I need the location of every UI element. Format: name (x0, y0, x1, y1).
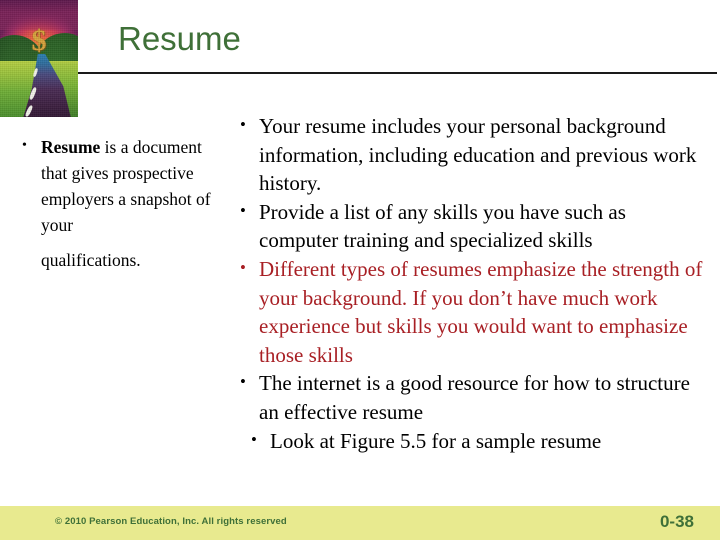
left-bullet-list: Resume is a document that gives prospect… (14, 133, 226, 273)
slide-footer-band: © 2010 Pearson Education, Inc. All right… (0, 506, 720, 540)
right-bullet-item-3: Different types of resumes emphasize the… (232, 254, 708, 369)
right-bullet-item-5: Look at Figure 5.5 for a sample resume (232, 426, 708, 456)
left-bullet-item: Resume is a document that gives prospect… (14, 133, 226, 273)
right-bullet-item-2: Provide a list of any skills you have su… (232, 197, 708, 255)
page-number: 0-38 (659, 512, 694, 531)
left-bullet-tail: qualifications. (41, 250, 141, 270)
right-content-column: Your resume includes your personal backg… (232, 111, 708, 456)
title-divider (78, 72, 717, 74)
copyright-notice: © 2010 Pearson Education, Inc. All right… (55, 516, 287, 527)
right-bullet-list: Your resume includes your personal backg… (232, 111, 708, 456)
image-texture-overlay (0, 0, 78, 117)
right-bullet-item-4: The internet is a good resource for how … (232, 368, 708, 426)
slide-canvas: $ Resume Resume is a document that gives… (0, 0, 720, 540)
left-content-column: Resume is a document that gives prospect… (14, 133, 226, 273)
left-bullet-lead-term: Resume (41, 137, 101, 157)
slide-title: Resume (118, 20, 241, 57)
right-bullet-item-1: Your resume includes your personal backg… (232, 111, 708, 198)
sunset-road-dollar-image: $ (0, 0, 78, 117)
